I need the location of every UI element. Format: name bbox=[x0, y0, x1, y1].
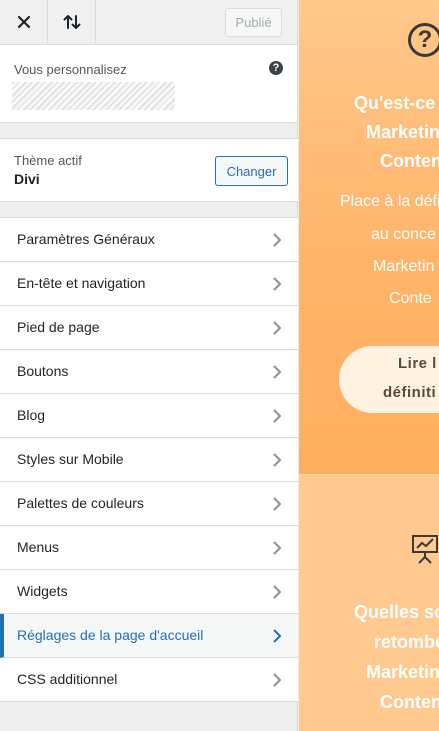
menu-item-label: Paramètres Généraux bbox=[17, 231, 155, 247]
close-button[interactable] bbox=[0, 0, 48, 44]
section-body-line: Place à la défi bbox=[340, 193, 439, 210]
menu-item-label: En-tête et navigation bbox=[17, 275, 146, 291]
menu-item-label: Styles sur Mobile bbox=[17, 451, 124, 467]
menu-item-label: CSS additionnel bbox=[17, 671, 118, 687]
menu-item-blog[interactable]: Blog bbox=[0, 394, 298, 438]
change-theme-button[interactable]: Changer bbox=[215, 156, 288, 186]
active-theme-name: Divi bbox=[14, 171, 40, 187]
chevron-right-icon bbox=[273, 233, 282, 247]
menu-item-label: Widgets bbox=[17, 583, 68, 599]
chevron-right-icon bbox=[273, 497, 282, 511]
read-definition-button-line: Lire l bbox=[398, 355, 437, 372]
section-heading-line: Conten bbox=[380, 692, 439, 712]
menu-item-label: Menus bbox=[17, 539, 60, 555]
chevron-right-icon bbox=[273, 321, 282, 335]
active-theme-label: Thème actif bbox=[14, 153, 82, 168]
site-title-redacted bbox=[12, 82, 175, 110]
chevron-right-icon bbox=[273, 541, 282, 555]
menu-item-label: Boutons bbox=[17, 363, 69, 379]
chevron-right-icon bbox=[273, 409, 282, 423]
section-heading-line: Marketin bbox=[366, 122, 439, 142]
reorder-arrows-icon bbox=[63, 15, 80, 29]
menu-item-en-tete-navigation[interactable]: En-tête et navigation bbox=[0, 262, 298, 306]
active-theme-section: Thème actif Divi Changer bbox=[0, 138, 298, 202]
section-heading-line: Marketin bbox=[366, 662, 439, 682]
menu-item-label: Pied de page bbox=[17, 319, 100, 335]
section-heading-line: retombé bbox=[374, 632, 439, 652]
close-icon bbox=[17, 16, 30, 28]
site-preview: ? Qu'est-ce Marketin Conten Place à la d… bbox=[299, 0, 439, 731]
reorder-button[interactable] bbox=[48, 0, 96, 44]
menu-item-parametres-generaux[interactable]: Paramètres Généraux bbox=[0, 218, 298, 262]
customizer-menu: Paramètres Généraux En-tête et navigatio… bbox=[0, 217, 298, 702]
read-definition-button-line: définiti bbox=[383, 384, 437, 401]
section-body-line: Marketin bbox=[373, 258, 435, 275]
customizer-toolbar: Publié bbox=[0, 0, 297, 45]
menu-item-label: Réglages de la page d'accueil bbox=[17, 627, 204, 643]
section-heading-line: Conten bbox=[380, 151, 439, 171]
menu-item-label: Blog bbox=[17, 407, 46, 423]
chevron-right-icon bbox=[273, 629, 282, 643]
chevron-right-icon bbox=[273, 277, 282, 291]
menu-item-boutons[interactable]: Boutons bbox=[0, 350, 298, 394]
menu-item-palettes-couleurs[interactable]: Palettes de couleurs bbox=[0, 482, 298, 526]
menu-item-label: Palettes de couleurs bbox=[17, 495, 144, 511]
section-heading-line: Quelles so bbox=[354, 602, 439, 622]
menu-item-reglages-page-accueil[interactable]: Réglages de la page d'accueil bbox=[0, 614, 298, 658]
chevron-right-icon bbox=[273, 585, 282, 599]
presentation-board-icon bbox=[412, 535, 438, 564]
customizing-label: Vous personnalisez bbox=[14, 62, 127, 77]
menu-item-widgets[interactable]: Widgets bbox=[0, 570, 298, 614]
section-body-line: au conce bbox=[371, 226, 436, 243]
chevron-right-icon bbox=[273, 673, 282, 687]
customizing-info: Vous personnalisez ? bbox=[0, 45, 297, 123]
section-heading-line: Qu'est-ce bbox=[354, 93, 436, 113]
menu-item-css-additionnel[interactable]: CSS additionnel bbox=[0, 658, 298, 702]
help-icon[interactable]: ? bbox=[269, 61, 283, 75]
chevron-right-icon bbox=[273, 453, 282, 467]
preview-section-definition: ? Qu'est-ce Marketin Conten Place à la d… bbox=[299, 0, 439, 474]
menu-item-pied-de-page[interactable]: Pied de page bbox=[0, 306, 298, 350]
customizer-panel: Publié Vous personnalisez ? Thème actif … bbox=[0, 0, 298, 731]
section-body-line: Conte bbox=[389, 290, 432, 307]
publish-button[interactable]: Publié bbox=[225, 8, 282, 37]
menu-item-menus[interactable]: Menus bbox=[0, 526, 298, 570]
menu-item-styles-mobile[interactable]: Styles sur Mobile bbox=[0, 438, 298, 482]
question-circle-icon: ? bbox=[408, 23, 439, 57]
chevron-right-icon bbox=[273, 365, 282, 379]
